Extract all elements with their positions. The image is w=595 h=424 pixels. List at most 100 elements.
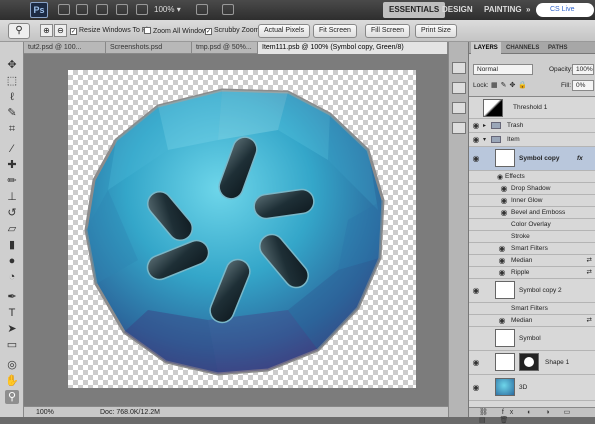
arrange-documents-icon[interactable] xyxy=(196,4,208,15)
healing-brush-tool-icon[interactable]: ✚ xyxy=(5,158,19,172)
zoom-out-icon[interactable]: ⊖ xyxy=(54,24,67,37)
layer-symbol[interactable]: Symbol xyxy=(469,327,595,351)
eye-icon[interactable]: ◉ xyxy=(471,121,481,131)
eye-icon[interactable]: ◉ xyxy=(471,135,481,145)
print-size-button[interactable]: Print Size xyxy=(415,24,457,38)
tab-item111[interactable]: Item111.psb @ 100% (Symbol copy, Green/8… xyxy=(258,42,448,54)
eye-icon[interactable]: ◉ xyxy=(499,184,509,194)
zoom-in-icon[interactable]: ⊕ xyxy=(40,24,53,37)
clone-stamp-tool-icon[interactable]: ⊥ xyxy=(5,190,19,204)
mini-bridge-icon[interactable] xyxy=(76,4,88,15)
fit-screen-button[interactable]: Fit Screen xyxy=(313,24,357,38)
3d-rotate-tool-icon[interactable]: ◎ xyxy=(5,358,19,372)
screen-mode-icon[interactable] xyxy=(222,4,234,15)
eye-icon[interactable]: ◉ xyxy=(471,383,481,393)
layer-shape-1[interactable]: ◉ Shape 1 xyxy=(469,351,595,375)
smart-filters-row[interactable]: ◉ Smart Filters xyxy=(469,243,595,255)
hand-tool-icon[interactable] xyxy=(116,4,128,15)
shape-tool-icon[interactable]: ▭ xyxy=(5,338,19,352)
tab-layers[interactable]: LAYERS xyxy=(471,42,501,54)
eye-icon[interactable]: ◉ xyxy=(497,316,507,326)
eyedropper-tool-icon[interactable]: ⁄ xyxy=(5,142,19,156)
fx-icon[interactable]: fx xyxy=(577,155,583,162)
history-brush-tool-icon[interactable]: ↺ xyxy=(5,206,19,220)
eye-icon[interactable]: ◉ xyxy=(497,256,507,266)
effects-row[interactable]: ◉ Effects xyxy=(469,171,595,183)
eye-icon[interactable]: ◉ xyxy=(471,286,481,296)
lasso-tool-icon[interactable]: ℓ xyxy=(5,90,19,104)
status-zoom[interactable]: 100% xyxy=(36,407,54,418)
fill-field[interactable]: 0% xyxy=(572,80,594,91)
workspace-overflow[interactable]: » xyxy=(520,2,536,18)
filter-options-icon[interactable]: ⇄ xyxy=(587,256,592,264)
color-panel-icon[interactable] xyxy=(452,62,466,74)
eye-icon[interactable]: ◉ xyxy=(499,196,509,206)
dodge-tool-icon[interactable]: ◔ xyxy=(5,270,19,284)
cs-live-button[interactable]: CS Live xyxy=(536,3,594,17)
masks-panel-icon[interactable] xyxy=(452,122,466,134)
quick-selection-tool-icon[interactable]: ✎ xyxy=(5,106,19,120)
eraser-tool-icon[interactable]: ▱ xyxy=(5,222,19,236)
gradient-tool-icon[interactable]: ▮ xyxy=(5,238,19,252)
tab-tut2[interactable]: tut2.psd @ 100... xyxy=(24,42,106,54)
lock-icons[interactable]: ▦✎✥🔒 xyxy=(491,81,530,89)
adjustments-panel-icon[interactable] xyxy=(452,102,466,114)
effect-color-overlay[interactable]: Color Overlay xyxy=(469,219,595,231)
tab-paths[interactable]: PATHS xyxy=(545,42,570,54)
canvas-area[interactable] xyxy=(24,54,448,406)
zoom-all-windows-checkbox[interactable]: Zoom All Windows xyxy=(144,27,211,35)
filter-median[interactable]: ◉ Median ⇄ xyxy=(469,255,595,267)
zoom-level-icon[interactable] xyxy=(136,4,148,15)
filter-options-icon[interactable]: ⇄ xyxy=(587,268,592,276)
zoom-tool-icon[interactable]: ⚲ xyxy=(5,390,19,404)
opacity-field[interactable]: 100% xyxy=(572,64,594,75)
document-canvas[interactable] xyxy=(68,70,416,388)
eye-icon[interactable]: ◉ xyxy=(471,358,481,368)
crop-tool-icon[interactable]: ⌗ xyxy=(5,122,19,136)
tool-preset-picker[interactable]: ⚲ xyxy=(8,23,30,39)
workspace-design[interactable]: DESIGN xyxy=(436,2,479,18)
swatches-panel-icon[interactable] xyxy=(452,82,466,94)
filter-ripple[interactable]: ◉ Ripple ⇄ xyxy=(469,267,595,279)
filter-median-2[interactable]: ◉ Median ⇄ xyxy=(469,315,595,327)
fill-screen-button[interactable]: Fill Screen xyxy=(365,24,411,38)
layer-symbol-copy-2[interactable]: ◉ Symbol copy 2 xyxy=(469,279,595,303)
blend-mode-select[interactable]: Normal xyxy=(473,64,533,75)
layer-symbol-copy[interactable]: ◉ Symbol copy fx xyxy=(469,147,595,171)
tab-channels[interactable]: CHANNELS xyxy=(503,42,542,54)
layer-threshold[interactable]: Threshold 1 xyxy=(469,97,595,119)
panel-footer-icons[interactable]: ⛓ fx ◐ ◑ ▭ ▤ 🗑 xyxy=(479,408,595,424)
type-tool-icon[interactable]: T xyxy=(5,306,19,320)
effect-bevel-emboss[interactable]: ◉ Bevel and Emboss xyxy=(469,207,595,219)
filter-options-icon[interactable]: ⇄ xyxy=(587,316,592,324)
guides-icon[interactable] xyxy=(96,4,108,15)
smart-filters-row-2[interactable]: Smart Filters xyxy=(469,303,595,315)
effect-inner-glow[interactable]: ◉ Inner Glow xyxy=(469,195,595,207)
layer-group-item[interactable]: ◉ ▾ Item xyxy=(469,133,595,147)
layer-group-trash[interactable]: ◉ ▸ Trash xyxy=(469,119,595,133)
hand-tool-icon[interactable]: ✋ xyxy=(5,374,19,388)
marquee-tool-icon[interactable]: ⬚ xyxy=(5,74,19,88)
brush-tool-icon[interactable]: ✏ xyxy=(5,174,19,188)
expand-arrow-icon[interactable]: ▸ xyxy=(483,122,486,129)
zoom-level-dropdown[interactable]: 100% ▾ xyxy=(154,5,181,14)
tab-screenshots[interactable]: Screenshots.psd xyxy=(106,42,192,54)
bridge-icon[interactable] xyxy=(58,4,70,15)
move-tool-icon[interactable]: ✥ xyxy=(5,58,19,72)
layer-3d[interactable]: ◉ 3D xyxy=(469,375,595,401)
pen-tool-icon[interactable]: ✒ xyxy=(5,290,19,304)
effect-stroke[interactable]: Stroke xyxy=(469,231,595,243)
visibility-off-icon[interactable] xyxy=(471,103,481,113)
resize-windows-checkbox[interactable]: ✓ Resize Windows To Fit xyxy=(70,27,150,35)
eye-icon[interactable]: ◉ xyxy=(497,244,507,254)
scrubby-zoom-checkbox[interactable]: ✓ Scrubby Zoom xyxy=(205,27,260,35)
path-selection-tool-icon[interactable]: ➤ xyxy=(5,322,19,336)
eye-icon[interactable]: ◉ xyxy=(471,154,481,164)
tab-tmp[interactable]: tmp.psd @ 50%... xyxy=(192,42,258,54)
eye-icon[interactable]: ◉ xyxy=(497,268,507,278)
effect-drop-shadow[interactable]: ◉ Drop Shadow xyxy=(469,183,595,195)
eye-icon[interactable]: ◉ xyxy=(499,208,509,218)
blur-tool-icon[interactable]: ● xyxy=(5,254,19,268)
collapse-arrow-icon[interactable]: ▾ xyxy=(483,136,486,143)
actual-pixels-button[interactable]: Actual Pixels xyxy=(258,24,311,38)
